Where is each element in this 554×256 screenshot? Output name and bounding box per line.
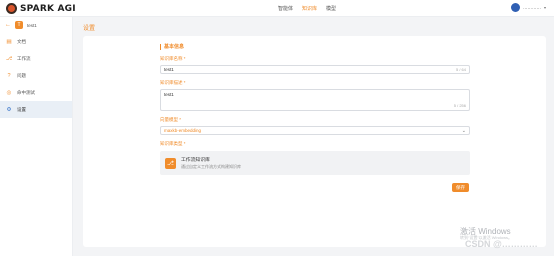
sidebar-item-settings[interactable]: ⚙ 设置 [0, 101, 72, 118]
name-label: 知识库名称 * [160, 56, 186, 61]
description-counter: 5 / 256 [453, 103, 466, 108]
chevron-down-icon: ▾ [543, 5, 546, 10]
description-label: 知识库描述 * [160, 80, 186, 85]
avatar [510, 3, 520, 12]
sidebar-item-hit-test[interactable]: ◎ 命中测试 [0, 84, 72, 101]
sidebar-header: ← T test1 [0, 17, 72, 33]
main-nav: 智能体 知识库 模型 [278, 5, 336, 12]
section-title: 基本信息 [160, 44, 470, 50]
app-logo[interactable]: SPARK AGI [6, 3, 76, 14]
document-icon: ▤ [6, 38, 12, 45]
model-select[interactable]: maxkb-embedding ⌄ [160, 126, 470, 135]
chevron-down-icon: ⌄ [461, 127, 466, 134]
description-field[interactable]: test1 5 / 256 [160, 89, 470, 111]
name-counter: 5 / 64 [455, 67, 466, 72]
settings-form: 基本信息 知识库名称 * test1 5 / 64 知识库描述 * test1 … [160, 44, 470, 175]
type-label: 知识库类型 * [160, 141, 186, 146]
page-title: 设置 [83, 26, 96, 32]
workflow-icon: ⎇ [5, 55, 13, 62]
model-value: maxkb-embedding [164, 128, 202, 133]
project-badge: T [15, 21, 23, 29]
nav-agents[interactable]: 智能体 [278, 5, 293, 12]
type-description: 通过自定义工作流方式构建知识库 [181, 164, 241, 169]
name-value: test1 [164, 67, 174, 72]
type-card: ⎇ 工作流知识库 通过自定义工作流方式构建知识库 [160, 151, 470, 175]
project-name: test1 [27, 22, 37, 28]
user-name: ………… [522, 5, 541, 10]
nav-knowledge[interactable]: 知识库 [302, 5, 317, 12]
sidebar-item-label: 文档 [17, 38, 26, 44]
target-icon: ◎ [6, 89, 12, 96]
user-menu[interactable]: ………… ▾ [510, 3, 546, 12]
sidebar-item-questions[interactable]: ? 问题 [0, 67, 72, 84]
description-value: test1 [164, 92, 174, 97]
csdn-watermark: CSDN @………… [465, 239, 538, 249]
sidebar-item-label: 工作流 [17, 55, 31, 61]
settings-card: 基本信息 知识库名称 * test1 5 / 64 知识库描述 * test1 … [83, 36, 546, 247]
question-icon: ? [7, 72, 11, 79]
top-bar: SPARK AGI 智能体 知识库 模型 ………… ▾ [0, 0, 554, 17]
sidebar-item-label: 命中测试 [17, 89, 35, 95]
sidebar-item-documents[interactable]: ▤ 文档 [0, 33, 72, 50]
sidebar: ← T test1 ▤ 文档 ⎇ 工作流 ? 问题 ◎ 命中测试 ⚙ 设置 [0, 17, 73, 256]
back-arrow-icon[interactable]: ← [5, 22, 11, 28]
sidebar-item-label: 设置 [17, 106, 26, 112]
logo-text: SPARK AGI [20, 3, 76, 14]
logo-icon [6, 3, 17, 14]
save-button[interactable]: 保存 [452, 183, 469, 192]
name-field[interactable]: test1 5 / 64 [160, 65, 470, 74]
sidebar-item-workflow[interactable]: ⎇ 工作流 [0, 50, 72, 67]
sidebar-item-label: 问题 [17, 72, 26, 78]
type-title: 工作流知识库 [181, 158, 210, 163]
nav-models[interactable]: 模型 [326, 5, 336, 12]
gear-icon: ⚙ [6, 106, 12, 113]
model-label: 向量模型 * [160, 117, 182, 122]
workflow-icon: ⎇ [165, 157, 176, 169]
